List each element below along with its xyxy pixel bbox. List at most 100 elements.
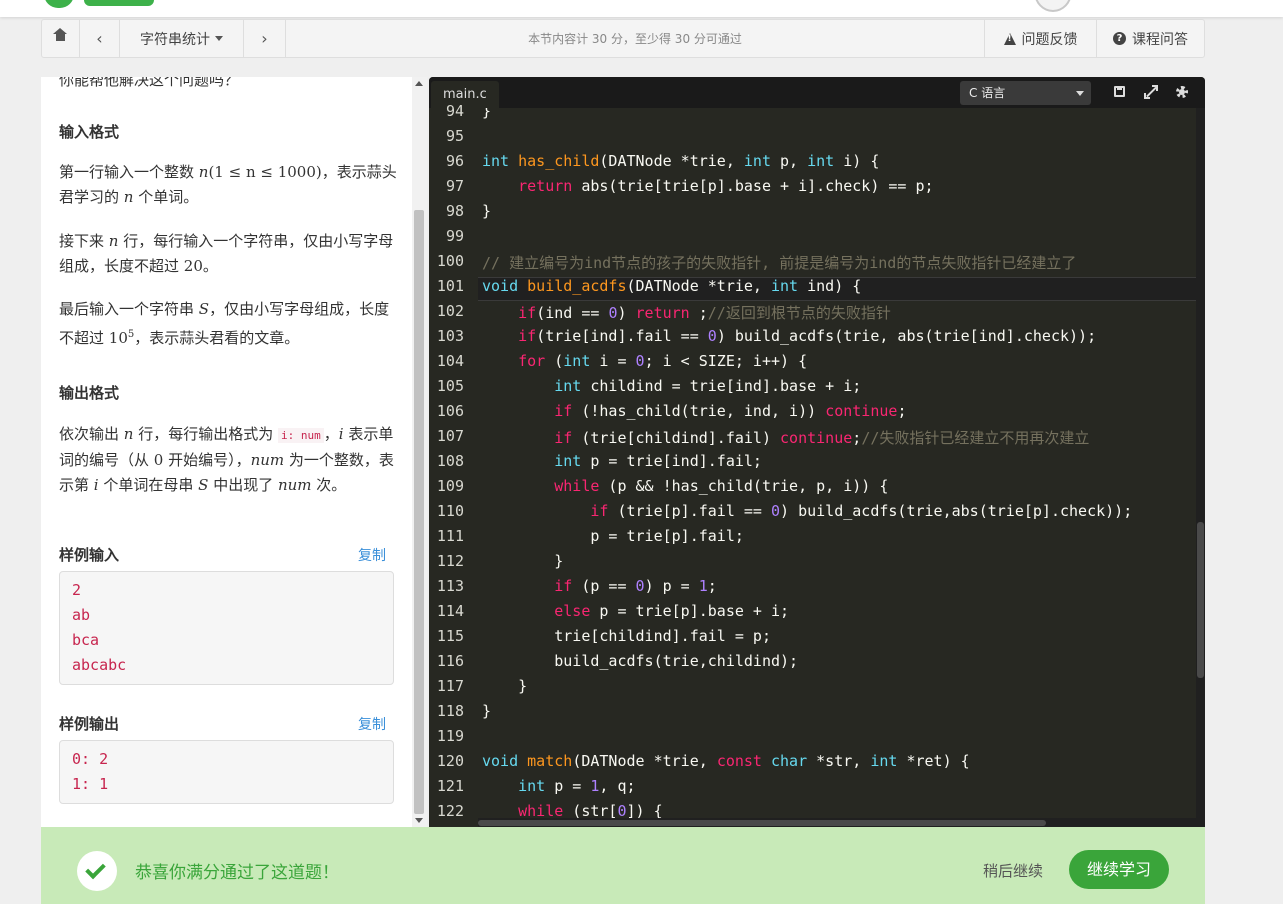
sample-input-line: ab (72, 606, 91, 624)
line-number: 120 (436, 752, 464, 770)
editor-horizontal-scrollbar[interactable] (478, 818, 1196, 827)
avatar[interactable] (1034, 0, 1072, 12)
input-paragraph-3: 最后输入一个字符串 S，仅由小写字母组成，长度不超过 105，表示蒜头君看的文章… (59, 300, 390, 347)
gear-icon[interactable] (1175, 85, 1189, 99)
line-number: 100 (436, 252, 464, 270)
copy-sample-output-button[interactable]: 复制 (358, 714, 386, 734)
course-qa-button[interactable]: ? 课程问答 (1096, 20, 1204, 57)
line-number: 122 (436, 802, 464, 820)
scroll-down-arrow-icon[interactable] (415, 818, 423, 823)
code-line: } (482, 702, 492, 720)
sample-output-line: 1: 1 (72, 775, 109, 793)
success-message: 恭喜你满分通过了这道题！ (135, 863, 339, 883)
line-number: 96 (445, 152, 464, 170)
scroll-up-arrow-icon[interactable] (415, 81, 423, 86)
course-qa-label: 课程问答 (1132, 31, 1188, 48)
feedback-button[interactable]: 问题反馈 (984, 20, 1096, 57)
sample-output-heading: 样例输出 (59, 715, 120, 733)
sample-input-line: 2 (72, 581, 82, 599)
sample-input-line: abcabc (72, 656, 127, 674)
home-icon (53, 28, 67, 44)
scrollbar-thumb[interactable] (478, 820, 1046, 826)
continue-later-link[interactable]: 稍后继续 (983, 860, 1043, 881)
code-line: } (482, 202, 492, 220)
line-number: 111 (436, 527, 464, 545)
code-line: p = trie[p].fail; (482, 527, 744, 545)
code-line: } (482, 108, 492, 120)
code-text-area[interactable]: } int has_child(DATNode *trie, int p, in… (478, 108, 1196, 818)
feedback-label: 问题反馈 (1021, 31, 1078, 48)
code-line: if (!has_child(trie, ind, i)) continue; (554, 402, 907, 420)
problem-panel: 你能帮他解决这个问题吗？ 输入格式 第一行输入一个整数 n(1 ≤ n ≤ 10… (41, 77, 412, 827)
code-line: int p = 1, q; (518, 777, 636, 795)
section-dropdown[interactable]: 字符串统计 (120, 20, 244, 57)
code-line: void build_acdfs(DATNode *trie, int ind)… (482, 277, 862, 295)
input-paragraph-2: 接下来 n 行，每行输入一个字符串，仅由小写字母组成，长度不超过 20。 (59, 232, 394, 275)
line-number: 115 (436, 627, 464, 645)
logo-text (84, 0, 154, 6)
question-icon: ? (1113, 32, 1126, 45)
success-banner: 恭喜你满分通过了这道题！ 稍后继续 继续学习 (41, 827, 1205, 904)
fullscreen-icon[interactable] (1144, 85, 1158, 99)
line-number: 117 (436, 677, 464, 695)
inline-code: i: num (278, 428, 324, 443)
caret-down-icon (215, 36, 223, 41)
sample-output-box: 0: 2 1: 1 (59, 740, 394, 804)
scrollbar-thumb[interactable] (414, 210, 424, 814)
code-line: } (482, 677, 528, 695)
problem-scrollbar[interactable] (412, 77, 427, 827)
line-number: 112 (436, 552, 464, 570)
line-number: 108 (436, 452, 464, 470)
caret-down-icon (1076, 91, 1084, 96)
save-icon[interactable] (1113, 85, 1127, 99)
language-select[interactable]: C 语言 (960, 81, 1091, 105)
code-line: else p = trie[p].base + i; (554, 602, 790, 620)
code-line: if(trie[ind].fail == 0) build_acdfs(trie… (518, 327, 1097, 345)
line-number: 95 (445, 127, 464, 145)
code-line: // 建立编号为ind节点的孩子的失败指针, 前提是编号为ind的节点失败指针已… (482, 254, 1077, 272)
problem-text-tail: 你能帮他解决这个问题吗？ (59, 77, 240, 89)
line-number: 118 (436, 702, 464, 720)
line-number: 107 (436, 427, 464, 445)
score-info: 本节内容计 30 分，至少得 30 分可通过 (528, 32, 742, 46)
line-number: 114 (436, 602, 464, 620)
check-circle-icon (77, 851, 117, 891)
code-line: build_acdfs(trie,childind); (482, 652, 799, 670)
line-number: 94 (445, 102, 464, 120)
chevron-left-icon: ‹ (96, 29, 103, 48)
line-number: 101 (436, 277, 464, 295)
editor-toolbar: main.c C 语言 (429, 77, 1205, 108)
line-number: 109 (436, 477, 464, 495)
copy-sample-input-button[interactable]: 复制 (358, 545, 386, 565)
sample-output-line: 0: 2 (72, 750, 109, 768)
code-line: int childind = trie[ind].base + i; (554, 377, 862, 395)
logo-mark (44, 0, 74, 8)
prev-button[interactable]: ‹ (80, 20, 120, 57)
chevron-right-icon: › (261, 29, 268, 48)
line-number: 119 (436, 727, 464, 745)
continue-learning-button[interactable]: 继续学习 (1069, 850, 1169, 889)
next-button[interactable]: › (244, 20, 286, 57)
code-line: while (str[0]) { (518, 802, 663, 818)
section-title: 字符串统计 (140, 31, 210, 48)
code-line: } (482, 552, 564, 570)
language-label: C 语言 (969, 86, 1006, 100)
line-number-gutter: 94 95 96 97 98 99 100 101 102 103 104 10… (429, 102, 478, 827)
code-line: if (trie[p].fail == 0) build_acdfs(trie,… (590, 502, 1133, 520)
sample-input-box: 2 ab bca abcabc (59, 571, 394, 685)
sample-input-line: bca (72, 631, 100, 649)
code-line: for (int i = 0; i < SIZE; i++) { (518, 352, 808, 370)
editor-vertical-scrollbar[interactable] (1196, 108, 1205, 827)
scrollbar-thumb[interactable] (1197, 522, 1204, 678)
top-header (0, 0, 1283, 17)
input-paragraph-1: 第一行输入一个整数 n(1 ≤ n ≤ 1000)，表示蒜头君学习的 n 个单词… (59, 163, 397, 206)
code-line: if (trie[childind].fail) continue;//失败指针… (554, 429, 1090, 447)
code-line: trie[childind].fail = p; (482, 627, 771, 645)
line-number: 121 (436, 777, 464, 795)
site-logo[interactable] (44, 0, 154, 10)
home-button[interactable] (42, 20, 80, 57)
code-editor: main.c C 语言 94 95 96 97 98 99 100 101 10… (429, 77, 1205, 827)
code-line: void match(DATNode *trie, const char *st… (482, 752, 970, 770)
